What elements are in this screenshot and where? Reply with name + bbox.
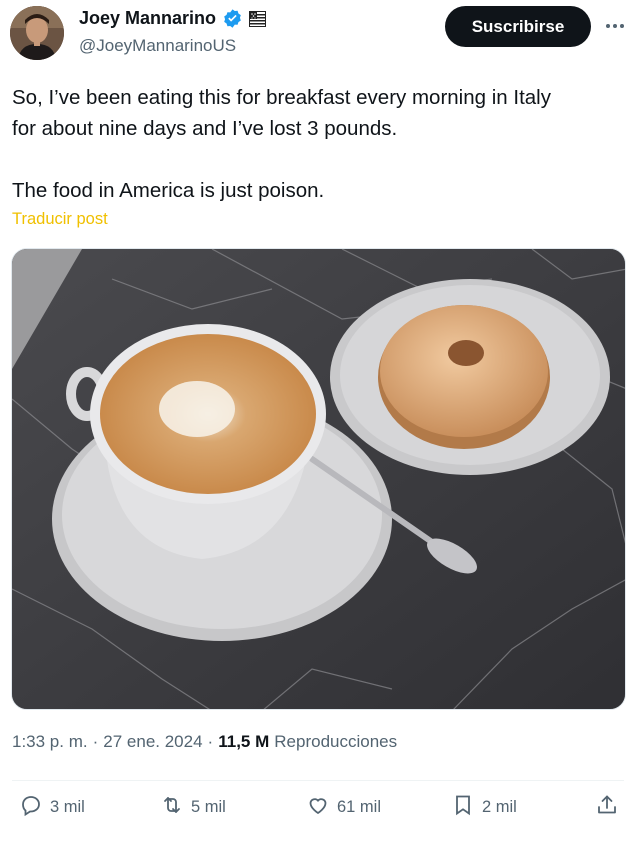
repost-icon — [160, 793, 184, 822]
meta-separator: · — [92, 732, 99, 751]
post-date[interactable]: 27 ene. 2024 — [103, 732, 202, 752]
post-text-line: for about nine days and I’ve lost 3 poun… — [12, 117, 398, 140]
verified-badge-icon — [222, 8, 243, 29]
views-label: Reproducciones — [274, 732, 398, 751]
share-icon — [595, 793, 619, 822]
breakfast-photo[interactable] — [11, 248, 626, 710]
post-time[interactable]: 1:33 p. m. — [12, 732, 88, 752]
bookmark-count: 2 mil — [482, 798, 517, 816]
like-count: 61 mil — [337, 798, 382, 816]
reply-icon — [19, 793, 43, 822]
bookmark-icon — [451, 793, 475, 822]
post-text: So, I’ve been eating this for breakfast … — [12, 82, 622, 206]
repost-button[interactable]: 5 mil — [160, 793, 226, 822]
reply-count: 3 mil — [50, 798, 85, 816]
author-name-row: Joey Mannarino — [79, 8, 267, 29]
share-button[interactable] — [595, 793, 619, 822]
reply-button[interactable]: 3 mil — [19, 793, 85, 822]
views-count: 11,5 M — [218, 732, 270, 751]
more-options-icon[interactable] — [603, 14, 627, 38]
avatar[interactable] — [10, 6, 64, 60]
post-meta: 1:33 p. m. · 27 ene. 2024 · 11,5 M Repro… — [12, 732, 397, 752]
translate-post-link[interactable]: Traducir post — [12, 210, 108, 229]
author-handle[interactable]: @JoeyMannarinoUS — [79, 36, 236, 56]
repost-count: 5 mil — [191, 798, 226, 816]
us-flag-icon — [249, 10, 267, 27]
bookmark-button[interactable]: 2 mil — [451, 793, 517, 822]
divider — [12, 780, 624, 781]
meta-separator: · — [207, 732, 214, 751]
heart-icon — [306, 793, 330, 822]
author-display-name[interactable]: Joey Mannarino — [79, 8, 216, 29]
action-bar: 3 mil 5 mil 61 mil 2 mil — [0, 793, 636, 829]
post-text-line: The food in America is just poison. — [12, 179, 325, 202]
post-text-line: So, I’ve been eating this for breakfast … — [12, 86, 551, 109]
like-button[interactable]: 61 mil — [306, 793, 381, 822]
subscribe-button[interactable]: Suscribirse — [445, 6, 591, 47]
